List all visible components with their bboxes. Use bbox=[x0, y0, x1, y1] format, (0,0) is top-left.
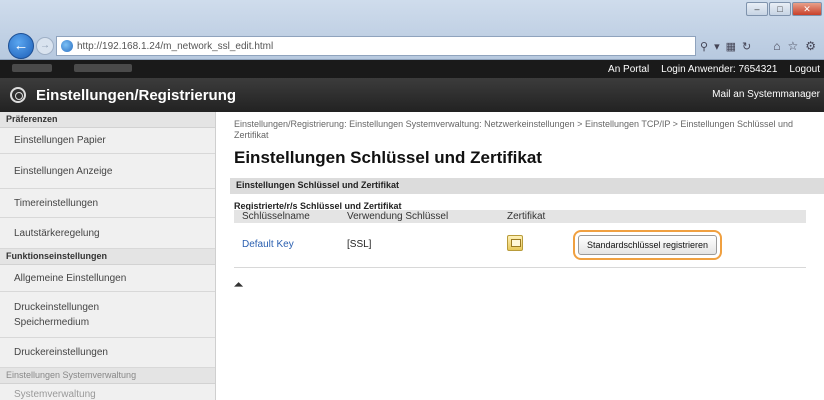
column-header-key-name: Schlüsselname bbox=[234, 210, 339, 223]
arrow-right-icon: → bbox=[40, 40, 50, 51]
breadcrumb: Einstellungen/Registrierung: Einstellung… bbox=[234, 119, 793, 140]
main-content: Einstellungen/Registrierung: Einstellung… bbox=[216, 112, 824, 400]
highlight-frame: Standardschlüssel registrieren bbox=[573, 229, 723, 260]
certificate-icon[interactable] bbox=[507, 235, 523, 252]
browser-chrome: – □ ✕ ← → http://192.168.1.24/m_network_… bbox=[0, 0, 824, 60]
title-bar: Einstellungen/Registrierung Mail an Syst… bbox=[0, 78, 824, 112]
mail-admin-link[interactable]: Mail an Systemmanager bbox=[712, 89, 820, 100]
sidebar-heading-system-management: Einstellungen Systemverwaltung bbox=[0, 368, 215, 384]
address-bar[interactable]: http://192.168.1.24/m_network_ssl_edit.h… bbox=[56, 36, 696, 56]
default-key-link[interactable]: Default Key bbox=[242, 239, 294, 250]
gear-icon[interactable]: ⚙ bbox=[805, 39, 816, 53]
arrow-left-icon: ← bbox=[13, 37, 29, 54]
sidebar-heading-function-settings: Funktionseinstellungen bbox=[0, 249, 215, 265]
maximize-button[interactable]: □ bbox=[769, 2, 791, 16]
favorites-star-icon[interactable]: ☆ bbox=[787, 39, 798, 53]
refresh-icon[interactable]: ↻ bbox=[742, 40, 751, 53]
login-user-label: Login Anwender: bbox=[661, 63, 736, 75]
section-header: Einstellungen Schlüssel und Zertifikat bbox=[230, 178, 824, 194]
browser-tools: ⌂ ☆ ⚙ bbox=[773, 36, 816, 56]
blurred-device-info bbox=[12, 64, 132, 72]
logout-link[interactable]: Logout bbox=[789, 64, 820, 75]
login-user-id: 7654321 bbox=[738, 63, 778, 75]
compat-view-icon[interactable]: ▦ bbox=[726, 40, 736, 53]
close-button[interactable]: ✕ bbox=[792, 2, 822, 16]
dropdown-icon[interactable]: ▾ bbox=[714, 40, 720, 53]
table-header-row: Schlüsselname Verwendung Schlüssel Zerti… bbox=[234, 210, 806, 223]
sidebar-item-volume[interactable]: Lautstärkeregelung bbox=[0, 218, 215, 249]
sidebar-item-system-management[interactable]: Systemverwaltung bbox=[0, 384, 215, 400]
portal-link[interactable]: An Portal bbox=[608, 64, 649, 75]
sidebar-heading-preferences: Präferenzen bbox=[0, 112, 215, 128]
back-button[interactable]: ← bbox=[8, 33, 34, 59]
sidebar-item-paper[interactable]: Einstellungen Papier bbox=[0, 128, 215, 154]
sidebar-item-timer[interactable]: Timereinstellungen bbox=[0, 189, 215, 218]
address-tools: ⚲ ▾ ▦ ↻ bbox=[700, 36, 751, 56]
top-bar: An Portal Login Anwender: 7654321 Logout bbox=[0, 60, 824, 78]
column-header-usage: Verwendung Schlüssel bbox=[339, 210, 499, 223]
sidebar-item-printer[interactable]: Druckereinstellungen bbox=[0, 338, 215, 368]
key-table: Schlüsselname Verwendung Schlüssel Zerti… bbox=[234, 210, 806, 268]
key-usage: [SSL] bbox=[339, 223, 499, 268]
window-controls: – □ ✕ bbox=[746, 2, 822, 16]
minimize-button[interactable]: – bbox=[746, 2, 768, 16]
url-text[interactable]: http://192.168.1.24/m_network_ssl_edit.h… bbox=[77, 41, 273, 52]
search-icon[interactable]: ⚲ bbox=[700, 40, 708, 53]
table-row: Default Key [SSL] Standardschlüssel regi… bbox=[234, 223, 806, 268]
column-header-action bbox=[565, 210, 806, 223]
page-icon bbox=[61, 40, 73, 52]
page-header-title: Einstellungen/Registrierung bbox=[36, 86, 237, 104]
sidebar-item-print-media[interactable]: Druckeinstellungen Speichermedium bbox=[0, 292, 215, 338]
settings-gear-icon bbox=[10, 87, 26, 103]
column-header-certificate: Zertifikat bbox=[499, 210, 565, 223]
register-default-key-button[interactable]: Standardschlüssel registrieren bbox=[578, 234, 718, 255]
sidebar-item-general[interactable]: Allgemeine Einstellungen bbox=[0, 265, 215, 292]
home-icon[interactable]: ⌂ bbox=[773, 39, 780, 53]
page-title: Einstellungen Schlüssel und Zertifikat bbox=[234, 148, 542, 167]
sidebar-item-display[interactable]: Einstellungen Anzeige bbox=[0, 154, 215, 189]
scroll-top-icon[interactable]: ⏶ bbox=[234, 279, 243, 292]
sidebar: Präferenzen Einstellungen Papier Einstel… bbox=[0, 112, 216, 400]
forward-button[interactable]: → bbox=[36, 37, 54, 55]
